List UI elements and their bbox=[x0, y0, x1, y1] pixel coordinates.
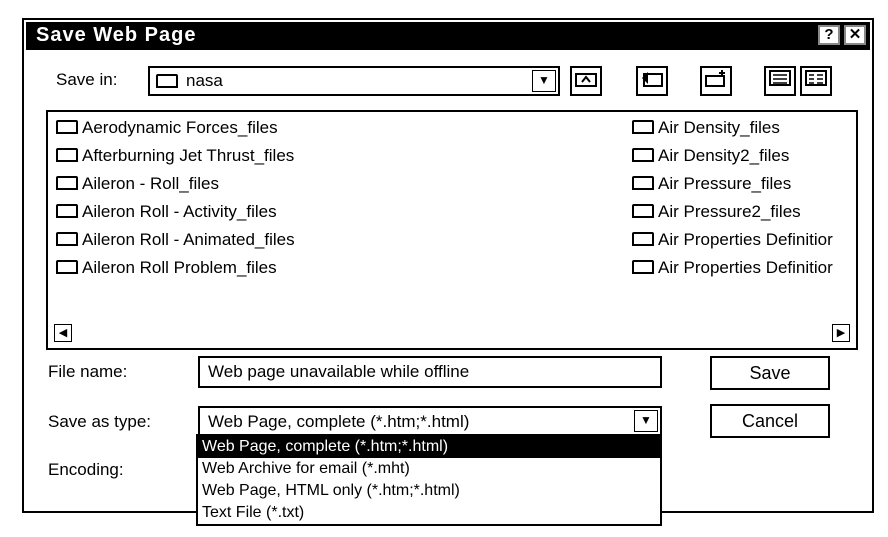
list-item[interactable]: Air Density_files bbox=[632, 116, 780, 140]
help-button[interactable]: ? bbox=[818, 25, 840, 45]
list-item[interactable]: Aileron - Roll_files bbox=[56, 172, 219, 196]
folder-icon bbox=[56, 120, 78, 134]
save-as-type-options[interactable]: Web Page, complete (*.htm;*.html) Web Ar… bbox=[196, 434, 662, 526]
file-list[interactable]: Aerodynamic Forces_files Afterburning Je… bbox=[46, 110, 858, 350]
save-as-type-label: Save as type: bbox=[48, 412, 152, 431]
save-as-type-value: Web Page, complete (*.htm;*.html) bbox=[208, 412, 470, 431]
folder-icon bbox=[56, 204, 78, 218]
folder-icon bbox=[56, 176, 78, 190]
title-bar: Save Web Page ? ✕ bbox=[26, 22, 870, 50]
list-view-icon bbox=[769, 70, 791, 86]
dropdown-option[interactable]: Web Archive for email (*.mht) bbox=[198, 458, 660, 480]
back-icon bbox=[642, 72, 663, 87]
list-item[interactable]: Air Pressure_files bbox=[632, 172, 791, 196]
list-item[interactable]: Air Pressure2_files bbox=[632, 200, 801, 224]
save-in-dropdown[interactable]: nasa ▼ bbox=[148, 66, 560, 96]
close-button[interactable]: ✕ bbox=[844, 25, 866, 45]
new-folder-icon bbox=[705, 70, 725, 87]
details-view-button[interactable] bbox=[800, 66, 832, 96]
file-name-input[interactable]: Web page unavailable while offline bbox=[198, 356, 662, 388]
folder-icon bbox=[632, 176, 654, 190]
list-item[interactable]: Aileron Roll Problem_files bbox=[56, 256, 277, 280]
details-view-icon bbox=[805, 70, 827, 86]
list-item[interactable]: Aileron Roll - Animated_files bbox=[56, 228, 295, 252]
file-name-label: File name: bbox=[48, 362, 128, 381]
chevron-down-icon[interactable]: ▼ bbox=[532, 70, 556, 92]
dropdown-option[interactable]: Web Page, HTML only (*.htm;*.html) bbox=[198, 480, 660, 502]
scroll-right-button[interactable]: ▶ bbox=[832, 324, 850, 342]
up-folder-icon bbox=[575, 73, 597, 87]
folder-icon bbox=[56, 148, 78, 162]
list-item[interactable]: Air Properties Definitior bbox=[632, 228, 833, 252]
cancel-button[interactable]: Cancel bbox=[710, 404, 830, 438]
folder-icon bbox=[632, 148, 654, 162]
save-button[interactable]: Save bbox=[710, 356, 830, 390]
list-item[interactable]: Aileron Roll - Activity_files bbox=[56, 200, 277, 224]
back-button[interactable] bbox=[636, 66, 668, 96]
folder-icon bbox=[56, 260, 78, 274]
folder-icon bbox=[632, 204, 654, 218]
new-folder-button[interactable] bbox=[700, 66, 732, 96]
folder-icon bbox=[632, 260, 654, 274]
dropdown-option[interactable]: Web Page, complete (*.htm;*.html) bbox=[198, 436, 660, 458]
chevron-down-icon[interactable]: ▼ bbox=[634, 410, 658, 432]
scroll-left-button[interactable]: ◀ bbox=[54, 324, 72, 342]
list-view-button[interactable] bbox=[764, 66, 796, 96]
list-item[interactable]: Afterburning Jet Thrust_files bbox=[56, 144, 294, 168]
list-item[interactable]: Air Properties Definitior bbox=[632, 256, 833, 280]
save-in-value: nasa bbox=[186, 71, 223, 90]
folder-icon bbox=[632, 120, 654, 134]
list-item[interactable]: Aerodynamic Forces_files bbox=[56, 116, 278, 140]
up-folder-button[interactable] bbox=[570, 66, 602, 96]
list-item[interactable]: Air Density2_files bbox=[632, 144, 789, 168]
folder-icon bbox=[156, 74, 178, 88]
window-title: Save Web Page bbox=[36, 24, 197, 46]
encoding-label: Encoding: bbox=[48, 460, 124, 479]
save-in-label: Save in: bbox=[56, 70, 118, 89]
folder-icon bbox=[56, 232, 78, 246]
dropdown-option[interactable]: Text File (*.txt) bbox=[198, 502, 660, 524]
folder-icon bbox=[632, 232, 654, 246]
